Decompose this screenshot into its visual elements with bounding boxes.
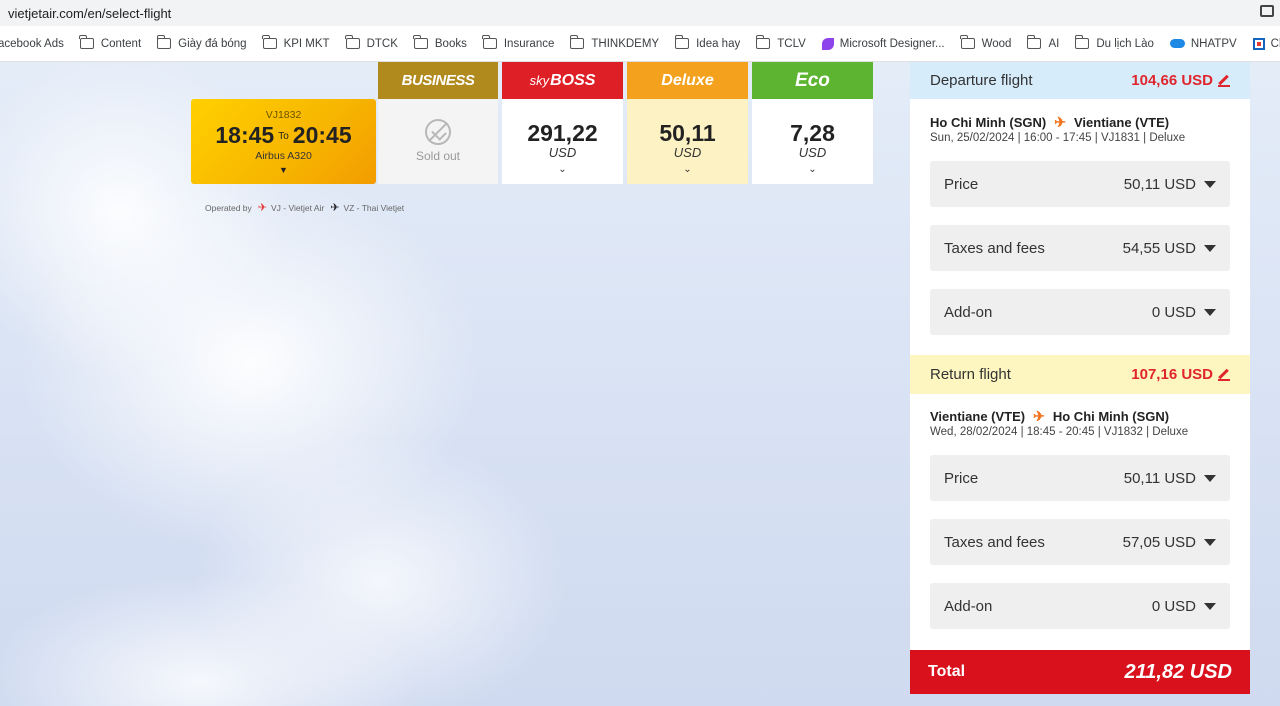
url-text: vietjetair.com/en/select-flight	[8, 5, 172, 21]
folder-icon	[156, 35, 172, 49]
bookmark-books[interactable]: Books	[413, 35, 467, 50]
departure-info: Sun, 25/02/2024 | 16:00 - 17:45 | VJ1831…	[930, 132, 1186, 144]
return-route: Vientiane (VTE) ✈ Ho Chi Minh (SGN)	[930, 408, 1170, 424]
fare-cell-deluxe[interactable]: 50,11 USD ⌄	[627, 99, 748, 184]
folder-icon	[569, 35, 585, 49]
fare-header-deluxe: Deluxe	[627, 62, 748, 99]
folder-icon	[960, 35, 975, 49]
address-bar[interactable]: vietjetair.com/en/select-flight	[0, 0, 1280, 26]
bookmark-wood[interactable]: Wood	[960, 35, 1011, 50]
bookmark-idea-hay[interactable]: Idea hay	[674, 35, 740, 50]
arrive-time: 20:45	[292, 122, 352, 148]
flight-option[interactable]: VJ1832 18:45 To 20:45 Airbus A320 ▼	[191, 99, 376, 184]
bookmark-content[interactable]: Content	[79, 35, 141, 50]
bookmark-nhatpv[interactable]: NHATPV	[1169, 38, 1237, 50]
folder-icon	[674, 35, 690, 49]
fare-price: 50,11	[659, 120, 716, 146]
bookmark-kpi-mkt[interactable]: KPI MKT	[261, 35, 330, 50]
bookmark-thinkdemy[interactable]: THINKDEMY	[569, 35, 659, 50]
bookmark-ai[interactable]: AI	[1026, 35, 1059, 50]
no-flight-icon	[425, 119, 451, 145]
total-label: Total	[928, 663, 966, 680]
departure-route: Ho Chi Minh (SGN) ✈ Vientiane (VTE)	[930, 114, 1170, 130]
clickfunnels-icon	[1252, 37, 1265, 50]
folder-icon	[261, 35, 277, 49]
fare-cell-eco[interactable]: 7,28 USD ⌄	[752, 99, 873, 184]
depart-time: 18:45	[215, 122, 275, 148]
operated-by: Operated by ✈ VJ - Vietjet Air ✈ VZ - Th…	[205, 202, 405, 214]
return-taxes-row[interactable]: Taxes and fees 57,05 USD	[930, 519, 1230, 565]
bookmark-du-lich-lao[interactable]: Du lịch Lào	[1074, 35, 1154, 50]
folder-icon	[1074, 35, 1090, 49]
fare-currency: USD	[673, 145, 702, 160]
folder-icon	[755, 35, 771, 49]
fare-price: 291,22	[527, 120, 598, 146]
airplane-icon: ✈	[1054, 114, 1066, 130]
return-price-row[interactable]: Price 50,11 USD	[930, 455, 1230, 501]
chevron-down-icon[interactable]: ▼	[279, 165, 288, 175]
fare-price: 7,28	[790, 120, 835, 146]
bookmark-microsoft-designer[interactable]: Microsoft Designer...	[821, 37, 945, 50]
airplane-icon: ✈	[1033, 408, 1045, 424]
sold-out-label: Sold out	[415, 149, 461, 163]
fare-cell-business: Sold out	[378, 99, 498, 184]
folder-icon	[413, 35, 428, 49]
cloud-icon	[1169, 39, 1185, 48]
caret-down-icon	[1204, 180, 1216, 188]
bookmarks-bar: acebook Ads Content Giày đá bóng KPI MKT…	[0, 26, 1280, 62]
bookmark-facebook-ads[interactable]: acebook Ads	[0, 38, 64, 50]
departure-price[interactable]: 104,66 USD	[1131, 72, 1230, 89]
aircraft-type: Airbus A320	[255, 150, 312, 162]
booking-summary: Departure flight 104,66 USD Ho Chi Minh …	[910, 62, 1250, 706]
chevron-down-icon[interactable]: ⌄	[502, 164, 623, 175]
folder-icon	[482, 35, 497, 49]
departure-taxes-row[interactable]: Taxes and fees 54,55 USD	[930, 225, 1230, 271]
folder-icon	[79, 35, 94, 49]
airplane-icon: ✈	[330, 202, 340, 214]
caret-down-icon	[1204, 244, 1216, 252]
designer-icon	[821, 37, 834, 50]
edit-icon[interactable]	[1218, 75, 1230, 87]
bookmark-giay-da-bong[interactable]: Giày đá bóng	[156, 35, 247, 50]
return-price[interactable]: 107,16 USD	[1131, 366, 1230, 383]
flight-number: VJ1832	[265, 109, 302, 121]
caret-down-icon	[1204, 474, 1216, 482]
folder-icon	[1026, 35, 1042, 49]
departure-addon-row[interactable]: Add-on 0 USD	[930, 289, 1230, 335]
bookmark-insurance[interactable]: Insurance	[482, 35, 554, 50]
return-addon-row[interactable]: Add-on 0 USD	[930, 583, 1230, 629]
fare-header-eco: Eco	[752, 62, 873, 99]
caret-down-icon	[1204, 538, 1216, 546]
to-label: To	[278, 131, 289, 143]
fare-header-skyboss: sky BOSS	[502, 62, 623, 99]
total-bar: Total 211,82 USD	[910, 650, 1250, 694]
bookmark-dtck[interactable]: DTCK	[344, 35, 398, 50]
cast-icon[interactable]	[1260, 5, 1274, 17]
chevron-down-icon[interactable]: ⌄	[627, 164, 748, 175]
bookmark-tclv[interactable]: TCLV	[755, 35, 806, 50]
total-value: 211,82 USD	[1124, 660, 1232, 683]
departure-flight-header: Departure flight 104,66 USD	[910, 62, 1250, 99]
departure-price-row[interactable]: Price 50,11 USD	[930, 161, 1230, 207]
return-flight-header: Return flight 107,16 USD	[910, 355, 1250, 394]
caret-down-icon	[1204, 308, 1216, 316]
flight-times: 18:45 To 20:45	[191, 122, 376, 149]
chevron-down-icon[interactable]: ⌄	[752, 164, 873, 175]
fare-cell-skyboss[interactable]: 291,22 USD ⌄	[502, 99, 623, 184]
airplane-icon: ✈	[257, 202, 267, 214]
edit-icon[interactable]	[1218, 369, 1230, 381]
fare-currency: USD	[548, 145, 577, 160]
select-flight-page: BUSINESS sky BOSS Deluxe Eco VJ1832 18:45…	[0, 62, 1280, 706]
return-info: Wed, 28/02/2024 | 18:45 - 20:45 | VJ1832…	[930, 426, 1189, 438]
fare-header-business: BUSINESS	[378, 62, 498, 99]
fare-currency: USD	[798, 145, 827, 160]
folder-icon	[344, 35, 360, 49]
caret-down-icon	[1204, 602, 1216, 610]
bookmark-clickf[interactable]: ClickF	[1252, 37, 1280, 50]
